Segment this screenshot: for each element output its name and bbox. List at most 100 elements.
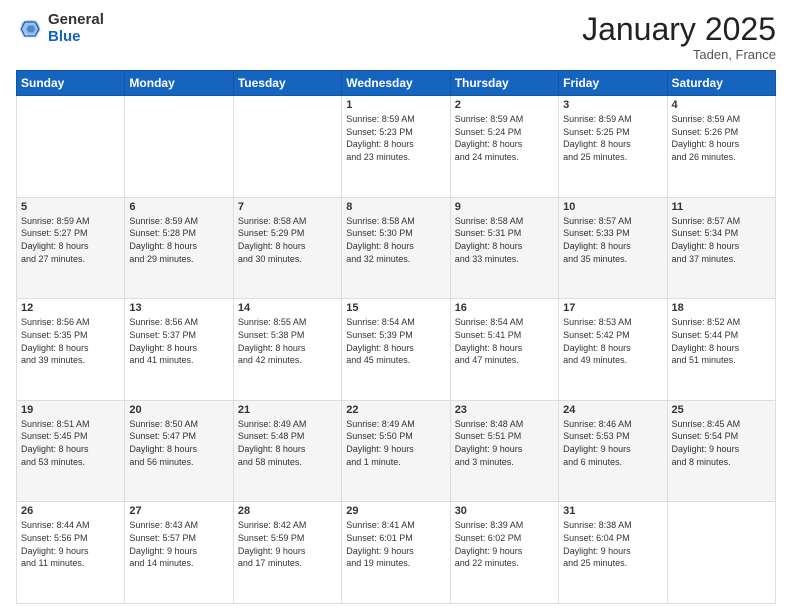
day-number: 10 — [563, 201, 662, 213]
day-number: 14 — [238, 302, 337, 314]
day-number: 15 — [346, 302, 445, 314]
day-number: 11 — [672, 201, 771, 213]
table-row: 7Sunrise: 8:58 AM Sunset: 5:29 PM Daylig… — [233, 197, 341, 299]
table-row: 1 Sunrise: 8:59 AM Sunset: 5:23 PM Daylig… — [342, 96, 450, 198]
cell-info: Sunrise: 8:57 AM Sunset: 5:33 PM Dayligh… — [563, 215, 662, 265]
calendar-week-row: 26Sunrise: 8:44 AM Sunset: 5:56 PM Dayli… — [17, 502, 776, 604]
table-row: 3 Sunrise: 8:59 AM Sunset: 5:25 PM Daylig… — [559, 96, 667, 198]
day-number: 27 — [129, 505, 228, 517]
day-number: 8 — [346, 201, 445, 213]
cell-info: Sunrise: 8:59 AM Sunset: 5:28 PM Dayligh… — [129, 215, 228, 265]
day-number: 12 — [21, 302, 120, 314]
table-row: 6 Sunrise: 8:59 AM Sunset: 5:28 PM Daylig… — [125, 197, 233, 299]
day-number: 4 — [672, 99, 771, 111]
table-row — [233, 96, 341, 198]
table-row: 15Sunrise: 8:54 AM Sunset: 5:39 PM Dayli… — [342, 299, 450, 401]
header: General Blue January 2025 Taden, France — [16, 12, 776, 62]
day-number: 25 — [672, 404, 771, 416]
day-number: 29 — [346, 505, 445, 517]
table-row: 23Sunrise: 8:48 AM Sunset: 5:51 PM Dayli… — [450, 400, 558, 502]
cell-info: Sunrise: 8:56 AM Sunset: 5:37 PM Dayligh… — [129, 316, 228, 366]
table-row — [125, 96, 233, 198]
day-number: 31 — [563, 505, 662, 517]
table-row: 26Sunrise: 8:44 AM Sunset: 5:56 PM Dayli… — [17, 502, 125, 604]
cell-info: Sunrise: 8:51 AM Sunset: 5:45 PM Dayligh… — [21, 418, 120, 468]
table-row — [17, 96, 125, 198]
page: General Blue January 2025 Taden, France … — [0, 0, 792, 612]
title-block: January 2025 Taden, France — [582, 12, 776, 62]
day-number: 22 — [346, 404, 445, 416]
cell-info: Sunrise: 8:59 AM Sunset: 5:25 PM Dayligh… — [563, 113, 662, 163]
month-title: January 2025 — [582, 12, 776, 47]
day-number: 7 — [238, 201, 337, 213]
logo-blue-text: Blue — [48, 29, 104, 46]
table-row: 27 Sunrise: 8:43 AM Sunset: 5:57 PM Dayli… — [125, 502, 233, 604]
day-number: 9 — [455, 201, 554, 213]
cell-info: Sunrise: 8:54 AM Sunset: 5:41 PM Dayligh… — [455, 316, 554, 366]
calendar-week-row: 12Sunrise: 8:56 AM Sunset: 5:35 PM Dayli… — [17, 299, 776, 401]
day-number: 3 — [563, 99, 662, 111]
table-row: 18 Sunrise: 8:52 AM Sunset: 5:44 PM Dayli… — [667, 299, 775, 401]
day-number: 2 — [455, 99, 554, 111]
table-row: 21Sunrise: 8:49 AM Sunset: 5:48 PM Dayli… — [233, 400, 341, 502]
logo-general-text: General — [48, 12, 104, 29]
cell-info: Sunrise: 8:55 AM Sunset: 5:38 PM Dayligh… — [238, 316, 337, 366]
table-row: 5 Sunrise: 8:59 AM Sunset: 5:27 PM Daylig… — [17, 197, 125, 299]
cell-info: Sunrise: 8:59 AM Sunset: 5:23 PM Dayligh… — [346, 113, 445, 163]
day-number: 19 — [21, 404, 120, 416]
table-row: 8Sunrise: 8:58 AM Sunset: 5:30 PM Daylig… — [342, 197, 450, 299]
day-number: 26 — [21, 505, 120, 517]
table-row: 16 Sunrise: 8:54 AM Sunset: 5:41 PM Dayli… — [450, 299, 558, 401]
day-number: 6 — [129, 201, 228, 213]
cell-info: Sunrise: 8:43 AM Sunset: 5:57 PM Dayligh… — [129, 519, 228, 569]
cell-info: Sunrise: 8:59 AM Sunset: 5:26 PM Dayligh… — [672, 113, 771, 163]
day-number: 1 — [346, 99, 445, 111]
table-row: 13 Sunrise: 8:56 AM Sunset: 5:37 PM Dayli… — [125, 299, 233, 401]
col-sunday: Sunday — [17, 71, 125, 96]
col-monday: Monday — [125, 71, 233, 96]
cell-info: Sunrise: 8:57 AM Sunset: 5:34 PM Dayligh… — [672, 215, 771, 265]
cell-info: Sunrise: 8:48 AM Sunset: 5:51 PM Dayligh… — [455, 418, 554, 468]
calendar-header-row: Sunday Monday Tuesday Wednesday Thursday… — [17, 71, 776, 96]
cell-info: Sunrise: 8:59 AM Sunset: 5:24 PM Dayligh… — [455, 113, 554, 163]
day-number: 13 — [129, 302, 228, 314]
cell-info: Sunrise: 8:58 AM Sunset: 5:31 PM Dayligh… — [455, 215, 554, 265]
day-number: 5 — [21, 201, 120, 213]
calendar-table: Sunday Monday Tuesday Wednesday Thursday… — [16, 70, 776, 604]
table-row — [667, 502, 775, 604]
day-number: 20 — [129, 404, 228, 416]
col-saturday: Saturday — [667, 71, 775, 96]
day-number: 30 — [455, 505, 554, 517]
day-number: 18 — [672, 302, 771, 314]
table-row: 12Sunrise: 8:56 AM Sunset: 5:35 PM Dayli… — [17, 299, 125, 401]
table-row: 24 Sunrise: 8:46 AM Sunset: 5:53 PM Dayli… — [559, 400, 667, 502]
cell-info: Sunrise: 8:53 AM Sunset: 5:42 PM Dayligh… — [563, 316, 662, 366]
table-row: 2 Sunrise: 8:59 AM Sunset: 5:24 PM Daylig… — [450, 96, 558, 198]
table-row: 28 Sunrise: 8:42 AM Sunset: 5:59 PM Dayli… — [233, 502, 341, 604]
day-number: 16 — [455, 302, 554, 314]
cell-info: Sunrise: 8:52 AM Sunset: 5:44 PM Dayligh… — [672, 316, 771, 366]
cell-info: Sunrise: 8:39 AM Sunset: 6:02 PM Dayligh… — [455, 519, 554, 569]
table-row: 9 Sunrise: 8:58 AM Sunset: 5:31 PM Daylig… — [450, 197, 558, 299]
col-thursday: Thursday — [450, 71, 558, 96]
day-number: 24 — [563, 404, 662, 416]
cell-info: Sunrise: 8:46 AM Sunset: 5:53 PM Dayligh… — [563, 418, 662, 468]
table-row: 11 Sunrise: 8:57 AM Sunset: 5:34 PM Dayli… — [667, 197, 775, 299]
table-row: 14 Sunrise: 8:55 AM Sunset: 5:38 PM Dayli… — [233, 299, 341, 401]
day-number: 21 — [238, 404, 337, 416]
day-number: 17 — [563, 302, 662, 314]
table-row: 10 Sunrise: 8:57 AM Sunset: 5:33 PM Dayli… — [559, 197, 667, 299]
col-wednesday: Wednesday — [342, 71, 450, 96]
cell-info: Sunrise: 8:41 AM Sunset: 6:01 PM Dayligh… — [346, 519, 445, 569]
col-tuesday: Tuesday — [233, 71, 341, 96]
day-number: 28 — [238, 505, 337, 517]
cell-info: Sunrise: 8:59 AM Sunset: 5:27 PM Dayligh… — [21, 215, 120, 265]
cell-info: Sunrise: 8:42 AM Sunset: 5:59 PM Dayligh… — [238, 519, 337, 569]
table-row: 20Sunrise: 8:50 AM Sunset: 5:47 PM Dayli… — [125, 400, 233, 502]
table-row: 17 Sunrise: 8:53 AM Sunset: 5:42 PM Dayli… — [559, 299, 667, 401]
calendar-week-row: 19 Sunrise: 8:51 AM Sunset: 5:45 PM Dayli… — [17, 400, 776, 502]
table-row: 22Sunrise: 8:49 AM Sunset: 5:50 PM Dayli… — [342, 400, 450, 502]
table-row: 25Sunrise: 8:45 AM Sunset: 5:54 PM Dayli… — [667, 400, 775, 502]
table-row: 31Sunrise: 8:38 AM Sunset: 6:04 PM Dayli… — [559, 502, 667, 604]
calendar-week-row: 1 Sunrise: 8:59 AM Sunset: 5:23 PM Daylig… — [17, 96, 776, 198]
